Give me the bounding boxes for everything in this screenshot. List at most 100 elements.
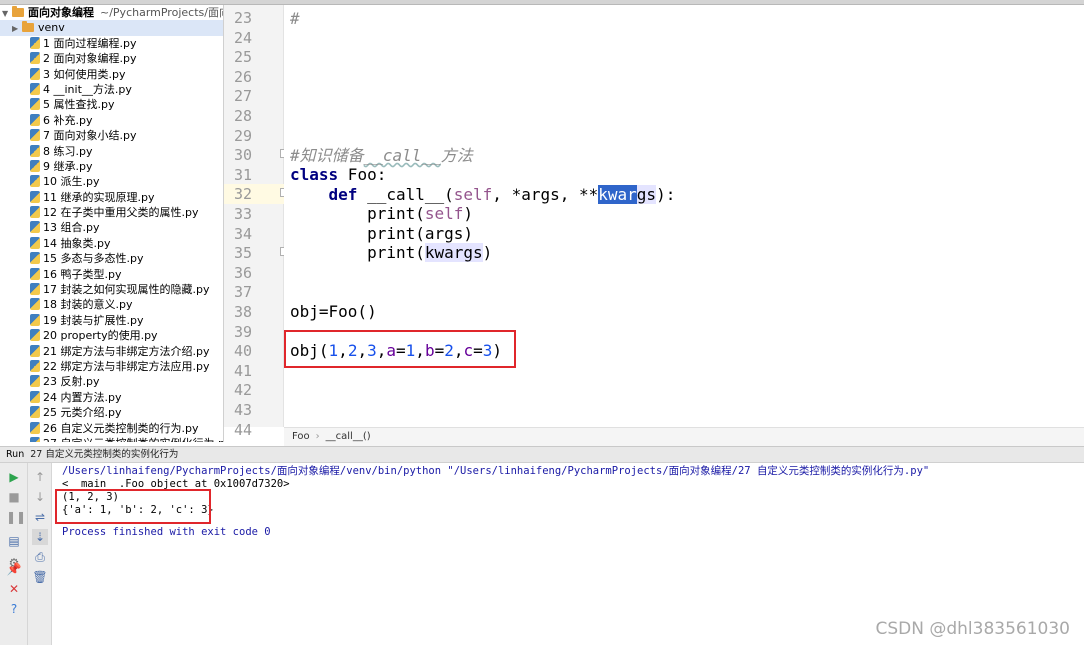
tree-file-item[interactable]: 10 派生.py	[0, 174, 223, 189]
tree-file-item[interactable]: 17 封装之如何实现属性的隐藏.py	[0, 282, 223, 297]
pin-tab-icon[interactable]: 📌	[6, 561, 22, 577]
tree-file-item[interactable]: 14 抽象类.py	[0, 236, 223, 251]
layout-icon[interactable]: ▤	[6, 533, 22, 549]
tree-root[interactable]: ▼ 面向对象编程 ~/PycharmProjects/面向对	[0, 5, 223, 20]
scroll-up-icon[interactable]: ↑	[32, 469, 48, 485]
tree-file-label: 2 面向对象编程.py	[43, 52, 137, 66]
line-number: 41	[233, 361, 252, 380]
line-number: 44	[233, 420, 252, 439]
tree-file-item[interactable]: 15 多态与多态性.py	[0, 251, 223, 266]
line-number: 33	[233, 205, 252, 223]
tree-file-label: 10 派生.py	[43, 175, 100, 189]
tree-file-item[interactable]: 4 __init__方法.py	[0, 82, 223, 97]
tree-file-label: 14 抽象类.py	[43, 236, 111, 250]
python-file-icon	[30, 67, 40, 80]
pause-icon[interactable]: ❚❚	[6, 509, 26, 525]
tree-folder-venv[interactable]: ▶ venv	[0, 20, 223, 36]
breadcrumb[interactable]: Foo › __call__()	[284, 427, 1084, 446]
line-number: 26	[233, 67, 252, 86]
clear-all-icon[interactable]: 🗑	[32, 569, 48, 585]
line-number: 38	[233, 303, 252, 321]
tree-file-item[interactable]: 11 继承的实现原理.py	[0, 190, 223, 205]
collapse-triangle-icon[interactable]: ▶	[12, 21, 22, 36]
line-number: 23	[233, 9, 252, 27]
python-file-icon	[30, 129, 40, 142]
python-file-icon	[30, 329, 40, 342]
code-line-30: #知识储备__call__方法	[290, 146, 473, 165]
tree-file-label: 7 面向对象小结.py	[43, 129, 137, 143]
tree-file-item[interactable]: 16 鸭子类型.py	[0, 267, 223, 282]
code-line-38: obj=Foo()	[290, 302, 377, 321]
tree-file-item[interactable]: 27 自定义元类控制类的实例化行为.py	[0, 436, 223, 442]
breadcrumb-method[interactable]: __call__()	[326, 431, 371, 442]
python-file-icon	[30, 421, 40, 434]
scroll-down-icon[interactable]: ↓	[32, 489, 48, 505]
tree-file-item[interactable]: 22 绑定方法与非绑定方法应用.py	[0, 359, 223, 374]
scroll-to-end-icon[interactable]: ⇣	[32, 529, 48, 545]
print-icon[interactable]: ⎙	[32, 549, 48, 565]
python-file-icon	[30, 298, 40, 311]
tree-file-label: 26 自定义元类控制类的行为.py	[43, 421, 199, 435]
tree-file-label: 15 多态与多态性.py	[43, 252, 144, 266]
expand-triangle-icon[interactable]: ▼	[2, 6, 12, 21]
tree-file-label: 3 如何使用类.py	[43, 67, 126, 81]
python-file-icon	[30, 113, 40, 126]
tree-file-label: 22 绑定方法与非绑定方法应用.py	[43, 359, 210, 373]
tree-file-label: 19 封装与扩展性.py	[43, 313, 144, 327]
run-config-tab[interactable]: 27 自定义元类控制类的实例化行为	[30, 449, 178, 460]
tree-file-label: 8 练习.py	[43, 144, 93, 158]
tree-file-item[interactable]: 18 封装的意义.py	[0, 297, 223, 312]
python-file-icon	[30, 36, 40, 49]
tree-file-item[interactable]: 25 元类介绍.py	[0, 405, 223, 420]
tree-file-item[interactable]: 26 自定义元类控制类的行为.py	[0, 421, 223, 436]
python-file-icon	[30, 390, 40, 403]
tree-file-label: 16 鸭子类型.py	[43, 267, 122, 281]
code-line-32: def __call__(self, *args, **kwargs):	[328, 185, 676, 204]
run-tool-window-header[interactable]: Run 27 自定义元类控制类的实例化行为	[0, 446, 1084, 463]
watermark: CSDN @dhl383561030	[875, 619, 1070, 639]
root-path: ~/PycharmProjects/面向对	[100, 6, 223, 19]
tree-file-item[interactable]: 5 属性查找.py	[0, 97, 223, 112]
folder-icon	[22, 21, 34, 33]
run-label: Run	[6, 449, 25, 460]
python-file-icon	[30, 283, 40, 296]
tree-file-item[interactable]: 20 property的使用.py	[0, 328, 223, 343]
tree-file-label: 11 继承的实现原理.py	[43, 190, 155, 204]
code-line-31: class Foo:	[290, 165, 387, 184]
tree-file-item[interactable]: 9 继承.py	[0, 159, 223, 174]
console-exit-line: Process finished with exit code 0	[62, 526, 271, 538]
tree-file-item[interactable]: 19 封装与扩展性.py	[0, 313, 223, 328]
tree-file-item[interactable]: 13 组合.py	[0, 220, 223, 235]
tree-file-label: 1 面向过程编程.py	[43, 36, 137, 50]
code-line-23: #	[290, 9, 300, 28]
tree-file-item[interactable]: 12 在子类中重用父类的属性.py	[0, 205, 223, 220]
tree-file-item[interactable]: 1 面向过程编程.py	[0, 36, 223, 51]
run-toolbar-primary: ▶ ■ ❚❚ ▤ ⚙ 📌 ✕ ?	[0, 463, 28, 645]
code-line-33: print(self)	[367, 204, 474, 223]
tree-file-item[interactable]: 3 如何使用类.py	[0, 67, 223, 82]
python-file-icon	[30, 159, 40, 172]
project-tree[interactable]: ▼ 面向对象编程 ~/PycharmProjects/面向对 ▶ venv 1 面向过…	[0, 5, 224, 442]
tree-file-item[interactable]: 24 内置方法.py	[0, 390, 223, 405]
breadcrumb-class[interactable]: Foo	[292, 431, 310, 442]
rerun-icon[interactable]: ▶	[6, 469, 22, 485]
python-file-icon	[30, 375, 40, 388]
tree-file-item[interactable]: 7 面向对象小结.py	[0, 128, 223, 143]
python-file-icon	[30, 175, 40, 188]
tree-file-item[interactable]: 21 绑定方法与非绑定方法介绍.py	[0, 344, 223, 359]
annotation-box-output	[55, 489, 211, 524]
tree-file-item[interactable]: 23 反射.py	[0, 374, 223, 389]
tree-file-item[interactable]: 8 练习.py	[0, 144, 223, 159]
python-file-icon	[30, 344, 40, 357]
tree-file-label: 25 元类介绍.py	[43, 406, 122, 420]
close-icon[interactable]: ✕	[6, 581, 22, 597]
line-number: 42	[233, 381, 252, 400]
stop-icon[interactable]: ■	[6, 489, 22, 505]
line-number: 40	[233, 342, 252, 361]
tree-file-item[interactable]: 6 补充.py	[0, 113, 223, 128]
root-name: 面向对象编程	[28, 6, 94, 19]
help-icon[interactable]: ?	[6, 601, 22, 617]
line-number: 36	[233, 263, 252, 282]
soft-wrap-icon[interactable]: ⇌	[32, 509, 48, 525]
tree-file-item[interactable]: 2 面向对象编程.py	[0, 51, 223, 66]
